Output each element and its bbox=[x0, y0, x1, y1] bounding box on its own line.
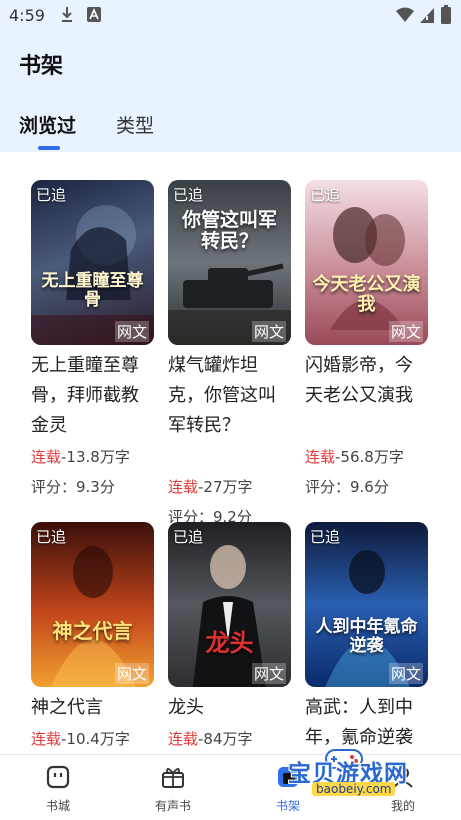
bookstore-icon bbox=[46, 765, 70, 789]
book-cover[interactable]: 今天老公又演我 已追 网文 bbox=[305, 180, 428, 345]
book-title[interactable]: 神之代言 bbox=[31, 693, 155, 723]
book-title[interactable]: 无上重瞳至尊骨，拜师截教金灵 bbox=[31, 351, 155, 441]
book-meta: 连载-84万字 bbox=[168, 728, 253, 749]
book-title[interactable]: 煤气罐炸坦克，你管这叫军转民？ bbox=[168, 351, 292, 441]
followed-tag: 已追 bbox=[36, 186, 67, 204]
book-meta: 连载-10.4万字 bbox=[31, 728, 130, 749]
serial-status: 连载 bbox=[168, 730, 199, 748]
tab-type[interactable]: 类型 bbox=[116, 111, 154, 138]
word-count: -84万字 bbox=[198, 730, 253, 748]
nav-label: 书城 bbox=[45, 799, 70, 813]
cover-title: 无上重瞳至尊骨 bbox=[41, 271, 144, 310]
followed-tag: 已追 bbox=[173, 528, 204, 546]
book-rating: 评分：9.6分 bbox=[305, 478, 389, 496]
site-watermark: 宝贝游戏网 baobeiy.com bbox=[284, 749, 434, 802]
word-count: -27万字 bbox=[198, 478, 253, 496]
page-title: 书架 bbox=[19, 54, 64, 79]
followed-tag: 已追 bbox=[36, 528, 67, 546]
followed-tag: 已追 bbox=[173, 186, 204, 204]
cover-watermark: 网文 bbox=[251, 663, 286, 684]
book-cover[interactable]: 人到中年氪命逆袭 已追 网文 bbox=[305, 522, 428, 687]
cover-title: 神之代言 bbox=[52, 619, 133, 643]
cover-title: 你管这叫军转民？ bbox=[181, 209, 277, 252]
app-a-icon bbox=[87, 7, 101, 22]
serial-status: 连载 bbox=[31, 448, 62, 466]
cover-title: 今天老公又演我 bbox=[312, 274, 421, 315]
cover-watermark: 网文 bbox=[388, 663, 423, 684]
tab-indicator bbox=[38, 146, 60, 150]
book-meta: 连载-56.8万字 bbox=[305, 446, 404, 467]
battery-icon bbox=[441, 5, 451, 24]
book-rating: 评分：9.3分 bbox=[31, 478, 115, 496]
serial-status: 连载 bbox=[168, 478, 199, 496]
word-count: -56.8万字 bbox=[335, 448, 404, 466]
cover-watermark: 网文 bbox=[114, 321, 149, 342]
word-count: -13.8万字 bbox=[61, 448, 130, 466]
cover-watermark: 网文 bbox=[114, 663, 149, 684]
nav-bookstore[interactable]: 书城 bbox=[18, 755, 98, 820]
bookshelf-grid: 无上重瞳至尊骨 已追 网文 无上重瞳至尊骨，拜师截教金灵 连载-13.8万字 评… bbox=[0, 152, 461, 754]
nav-audiobook[interactable]: 有声书 bbox=[133, 755, 213, 820]
status-time: 4:59 bbox=[9, 6, 45, 25]
watermark-url: baobeiy.com bbox=[312, 782, 396, 796]
cover-watermark: 网文 bbox=[388, 321, 423, 342]
cover-watermark: 网文 bbox=[251, 321, 286, 342]
wifi-icon bbox=[396, 7, 414, 22]
status-bar: 4:59 bbox=[0, 0, 461, 32]
top-area: 4:59 书架 浏览过 类型 bbox=[0, 0, 461, 152]
book-meta: 连载-13.8万字 bbox=[31, 446, 130, 467]
nav-label: 有声书 bbox=[154, 799, 191, 813]
cover-title: 人到中年氪命逆袭 bbox=[315, 617, 418, 656]
word-count: -10.4万字 bbox=[61, 730, 130, 748]
cover-title: 龙头 bbox=[205, 629, 254, 657]
book-cover[interactable]: 无上重瞳至尊骨 已追 网文 bbox=[31, 180, 154, 345]
gift-box-icon bbox=[162, 768, 184, 788]
book-cover[interactable]: 神之代言 已追 网文 bbox=[31, 522, 154, 687]
book-cover[interactable]: 龙头 已追 网文 bbox=[168, 522, 291, 687]
book-title[interactable]: 闪婚影帝，今天老公又演我 bbox=[305, 351, 429, 411]
serial-status: 连载 bbox=[31, 730, 62, 748]
followed-tag: 已追 bbox=[310, 186, 341, 204]
tab-browsed[interactable]: 浏览过 bbox=[19, 111, 76, 138]
serial-status: 连载 bbox=[305, 448, 336, 466]
signal-icon bbox=[420, 8, 434, 23]
download-icon bbox=[62, 7, 72, 22]
followed-tag: 已追 bbox=[310, 528, 341, 546]
book-meta: 连载-27万字 bbox=[168, 476, 253, 497]
book-cover[interactable]: 你管这叫军转民？ 已追 网文 bbox=[168, 180, 291, 345]
book-title[interactable]: 龙头 bbox=[168, 693, 292, 723]
